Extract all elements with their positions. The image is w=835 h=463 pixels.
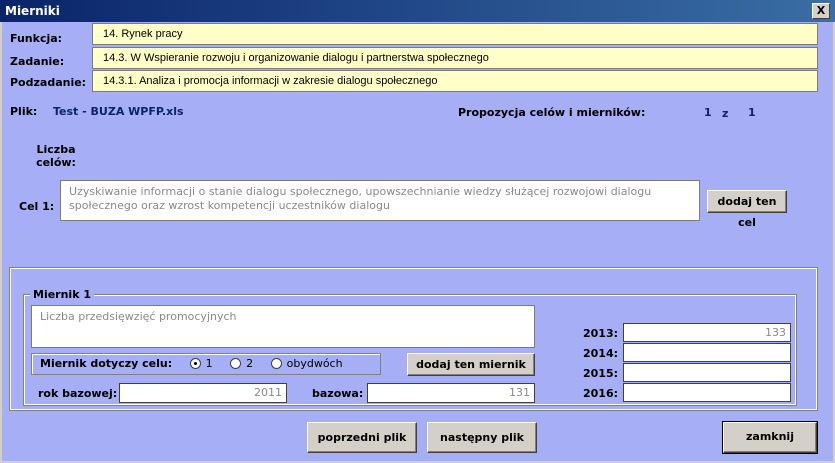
podzadanie-field: 14.3.1. Analiza i promocja informacji w … [92,70,818,92]
propozycja-label: Propozycja celów i mierników: [458,106,646,119]
radio-option-obydwoch[interactable]: obydwóch [270,354,343,374]
radio-label-2: 2 [246,357,254,370]
miernik-legend: Miernik 1 [30,288,95,301]
year-2015-label: 2015: [583,367,619,380]
next-file-button[interactable]: następny plik [427,422,537,453]
funkcja-label: Funkcja: [10,32,63,45]
page-current: 1 [704,106,712,119]
year-2016-field[interactable] [623,383,791,402]
radio-label-1: 1 [205,357,213,370]
page-total: 1 [748,106,756,119]
year-2014-label: 2014: [583,347,619,360]
add-goal-button[interactable]: dodaj ten cel [707,190,787,229]
radio-button-obydwoch[interactable] [270,358,282,369]
funkcja-field: 14. Rynek pracy [92,23,818,45]
zadanie-label: Zadanie: [10,55,65,68]
add-measure-button[interactable]: dodaj ten miernik [407,353,535,376]
radio-option-1[interactable]: 1 [189,354,213,374]
title-bar: Mierniki X [0,0,835,22]
miernik-textarea[interactable]: Liczba przedsięwzięć promocyjnych [31,305,535,348]
radio-button-1[interactable] [189,358,201,369]
year-2013-field[interactable]: 133 [623,323,791,342]
year-2013-label: 2013: [583,327,619,340]
year-2015-field[interactable] [623,363,791,382]
miernik-dotyczy-label: Miernik dotyczy celu: [40,357,173,370]
cel-textarea[interactable]: Uzyskiwanie informacji o stanie dialogu … [60,180,700,221]
miernik-dotyczy-group: Miernik dotyczy celu: 1 2 obydwóch [31,353,381,375]
cel-label: Cel 1: [19,200,55,213]
rok-bazowej-field[interactable]: 2011 [119,383,287,403]
year-2014-field[interactable] [623,343,791,362]
window-title: Mierniki [5,4,60,18]
rok-bazowej-label: rok bazowej: [38,387,118,400]
plik-label: Plik: [10,105,38,118]
bazowa-field[interactable]: 131 [367,383,535,403]
radio-label-obydwoch: obydwóch [286,357,343,370]
previous-file-button[interactable]: poprzedni plik [307,422,417,453]
zadanie-field: 14.3. W Wspieranie rozwoju i organizowan… [92,47,818,69]
podzadanie-label: Podzadanie: [10,76,87,89]
radio-button-2[interactable] [230,358,242,369]
liczba-celow-label: Liczba celów: [36,143,76,169]
page-of-label: z [722,107,729,120]
close-button[interactable]: X [812,3,830,19]
bazowa-label: bazowa: [312,387,364,400]
close-dialog-button[interactable]: zamknij [722,421,818,454]
year-2016-label: 2016: [583,387,619,400]
plik-value: Test - BUZA WPFP.xls [53,105,184,118]
radio-option-2[interactable]: 2 [230,354,253,374]
